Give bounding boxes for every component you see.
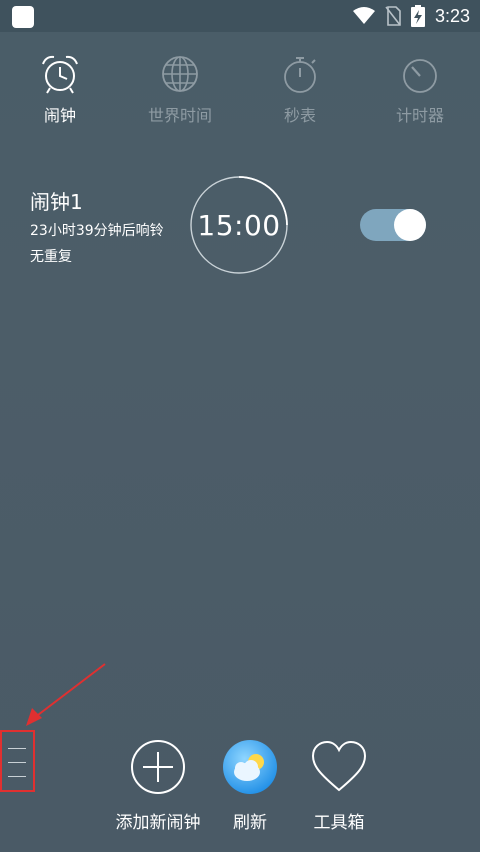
timer-icon (403, 59, 437, 93)
tab-alarm[interactable]: 闹钟 (0, 52, 120, 132)
toolbox-label: 工具箱 (313, 813, 365, 833)
stopwatch-icon (284, 57, 316, 93)
alarm-time: 15:00 (197, 208, 281, 242)
annotation-arrow (26, 663, 106, 726)
tab-timer[interactable]: 计时器 (360, 52, 480, 132)
heart-icon (311, 740, 367, 792)
tab-label: 计时器 (395, 106, 444, 125)
tab-label: 秒表 (283, 106, 316, 125)
status-bar: 3:23 (0, 0, 480, 32)
plus-circle-icon (131, 740, 185, 794)
battery-charging-icon (410, 5, 425, 27)
alarm-repeat: 无重复 (30, 249, 72, 265)
app-notification-icon (12, 6, 34, 28)
alarm-toggle[interactable] (360, 209, 426, 241)
tab-stopwatch[interactable]: 秒表 (240, 52, 360, 132)
alarm-name: 闹钟1 (30, 190, 83, 214)
weather-refresh-icon (223, 740, 277, 794)
alarm-remaining-time: 23小时39分钟后响铃 (30, 223, 164, 239)
tab-world-time[interactable]: 世界时间 (120, 52, 240, 132)
tab-bar: 闹钟 世界时间 秒表 计时器 (0, 52, 480, 132)
wifi-icon (352, 7, 375, 24)
globe-icon (162, 56, 198, 92)
alarm-clock-icon (42, 55, 78, 94)
no-sim-icon (385, 6, 401, 26)
alarm-item[interactable]: 闹钟1 23小时39分钟后响铃 无重复 15:00 (0, 170, 480, 280)
toolbox-button[interactable]: 工具箱 (284, 738, 394, 838)
tab-label: 世界时间 (147, 106, 212, 125)
tab-label: 闹钟 (43, 106, 76, 125)
toggle-knob (394, 209, 426, 241)
add-alarm-label: 添加新闹钟 (115, 813, 201, 833)
refresh-label: 刷新 (233, 813, 267, 833)
status-time: 3:23 (434, 5, 470, 26)
status-right: 3:23 (352, 4, 470, 28)
bottom-actions: 添加新闹钟 刷新 工具箱 (0, 738, 480, 838)
